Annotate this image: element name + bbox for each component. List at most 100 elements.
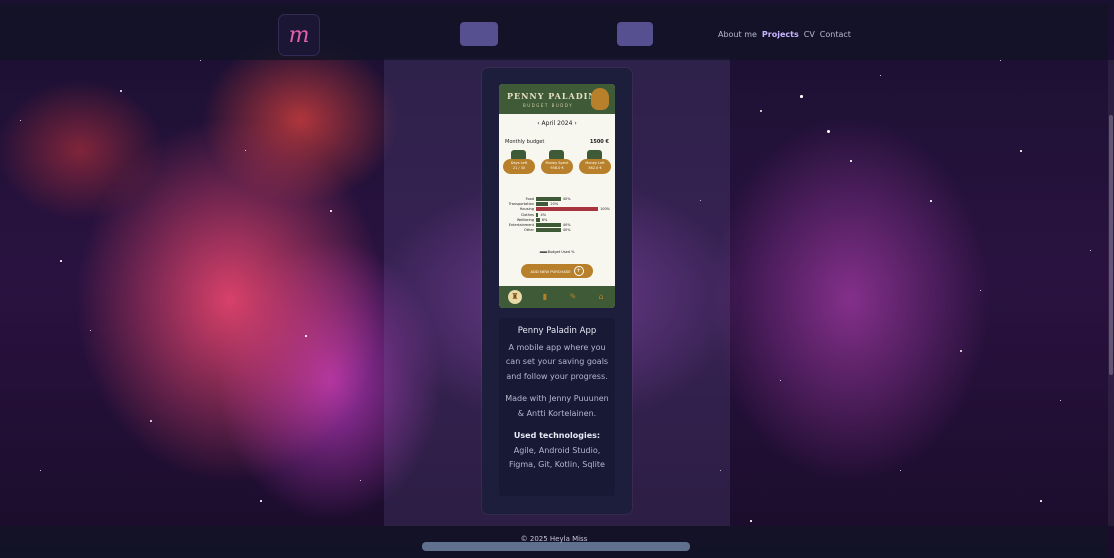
star (1040, 500, 1042, 502)
app-screenshot: PENNY PALADIN BUDGET BUDDY ‹ April 2024 … (499, 84, 615, 308)
star (900, 470, 901, 471)
star (90, 330, 91, 331)
category-bar (536, 207, 598, 212)
home-icon: ⌂ (598, 292, 604, 301)
site-logo[interactable]: m (279, 15, 319, 55)
category-bar-row: Housing 100% (503, 207, 611, 212)
copyright-text: © 2025 Heyla Miss (520, 535, 588, 543)
category-percent: 40% (562, 196, 571, 201)
star (1060, 400, 1061, 401)
category-bar (536, 217, 540, 222)
star (20, 120, 21, 121)
category-bar (536, 228, 561, 233)
tech-list: Agile, Android Studio, Figma, Git, Kotli… (509, 445, 605, 470)
star (200, 60, 201, 61)
footer-glow (422, 542, 690, 551)
legend-label: Budget Used % (547, 250, 575, 254)
category-bar (536, 196, 561, 201)
category-bar (536, 201, 549, 206)
star (245, 150, 246, 151)
project-technologies: Used technologies: Agile, Android Studio… (499, 429, 615, 473)
star (960, 350, 962, 352)
stat-value: 562.0 € (588, 166, 602, 170)
nav-link-projects[interactable]: Projects (762, 30, 799, 39)
project-card: PENNY PALADIN BUDGET BUDDY ‹ April 2024 … (482, 68, 632, 514)
nav-links: About me Projects CV Contact (718, 30, 851, 39)
stat-value: 938.0 € (550, 166, 564, 170)
category-label: Housing (519, 207, 534, 212)
star (800, 95, 803, 98)
stat-money-left: Money Left 562.0 € (579, 150, 611, 176)
category-label: Wellbeing (516, 217, 534, 222)
pencil-icon: ✎ (569, 292, 577, 301)
top-navigation-bar: m About me Projects CV Contact (0, 4, 1108, 60)
app-header: PENNY PALADIN BUDGET BUDDY (499, 84, 615, 114)
project-title: Penny Paladin App (517, 326, 597, 336)
star (780, 380, 781, 381)
scrollbar-thumb[interactable] (1109, 115, 1113, 375)
star (827, 130, 830, 133)
star (760, 110, 762, 112)
month-selector: ‹ April 2024 › (499, 120, 615, 127)
page-footer: © 2025 Heyla Miss (0, 526, 1108, 558)
star (60, 260, 62, 262)
category-label: Food (525, 196, 534, 201)
page-scrollbar[interactable] (1108, 60, 1114, 526)
star (40, 470, 41, 471)
add-purchase-button: ADD NEW PURCHASE + (521, 264, 593, 278)
stat-days-left: Days Left 21 / 30 (503, 150, 535, 176)
star (750, 520, 752, 522)
project-summary: A mobile app where you can set your savi… (505, 342, 609, 381)
month-label: April 2024 (541, 120, 573, 127)
stat-money-spent: Money Spent 938.0 € (541, 150, 573, 176)
category-label: Transportation (508, 201, 534, 206)
app-subtitle: BUDGET BUDDY (523, 103, 574, 108)
category-bar (536, 212, 539, 217)
category-label: Other (524, 228, 534, 233)
category-percent: 4% (540, 212, 547, 217)
category-bar (536, 223, 561, 228)
nav-link-about[interactable]: About me (718, 30, 757, 39)
project-description: Penny Paladin App A mobile app where you… (499, 318, 615, 496)
app-tab-bar: ♜ ▮ ✎ ⌂ (499, 286, 615, 308)
star (930, 200, 932, 202)
star (1090, 250, 1091, 251)
category-percent: 20% (550, 201, 559, 206)
money-bag-icon (591, 88, 609, 110)
blurred-nav-item (460, 22, 498, 46)
chevron-left-icon: ‹ (537, 120, 540, 127)
nav-link-cv[interactable]: CV (804, 30, 815, 39)
category-percent: 40% (562, 228, 571, 233)
category-label: Clothes (520, 212, 534, 217)
project-credits: Made with Jenny Puuunen & Antti Kortelai… (505, 394, 609, 418)
category-bar-row: Other 40% (503, 228, 611, 233)
app-title: PENNY PALADIN (507, 91, 597, 101)
chevron-right-icon: › (574, 120, 577, 127)
logo-letter: m (288, 22, 310, 48)
monthly-budget-row: Monthly budget 1500 € (505, 139, 609, 145)
budget-label: Monthly budget (505, 139, 545, 145)
category-label: Entertainment (508, 223, 534, 228)
star (330, 210, 332, 212)
category-percent: 40% (562, 223, 571, 228)
star (850, 160, 852, 162)
add-purchase-label: ADD NEW PURCHASE (530, 268, 571, 274)
bar-legend: ▬▬▬ Budget Used % (539, 250, 575, 254)
stat-value: 21 / 30 (512, 166, 526, 170)
star (120, 90, 122, 92)
star (260, 500, 262, 502)
blurred-nav-item (617, 22, 653, 46)
plus-icon: + (573, 266, 584, 276)
star (980, 290, 981, 291)
star (360, 480, 361, 481)
star (880, 75, 881, 76)
star (150, 420, 152, 422)
star (305, 335, 307, 337)
tech-label: Used technologies: (513, 431, 601, 440)
star (1020, 150, 1022, 152)
stats-row: Days Left 21 / 30 Money Spent 938.0 € Mone… (503, 150, 611, 176)
nav-link-contact[interactable]: Contact (820, 30, 851, 39)
receipt-icon: ▮ (542, 292, 548, 301)
star (1000, 60, 1001, 61)
budget-value: 1500 € (589, 139, 609, 145)
